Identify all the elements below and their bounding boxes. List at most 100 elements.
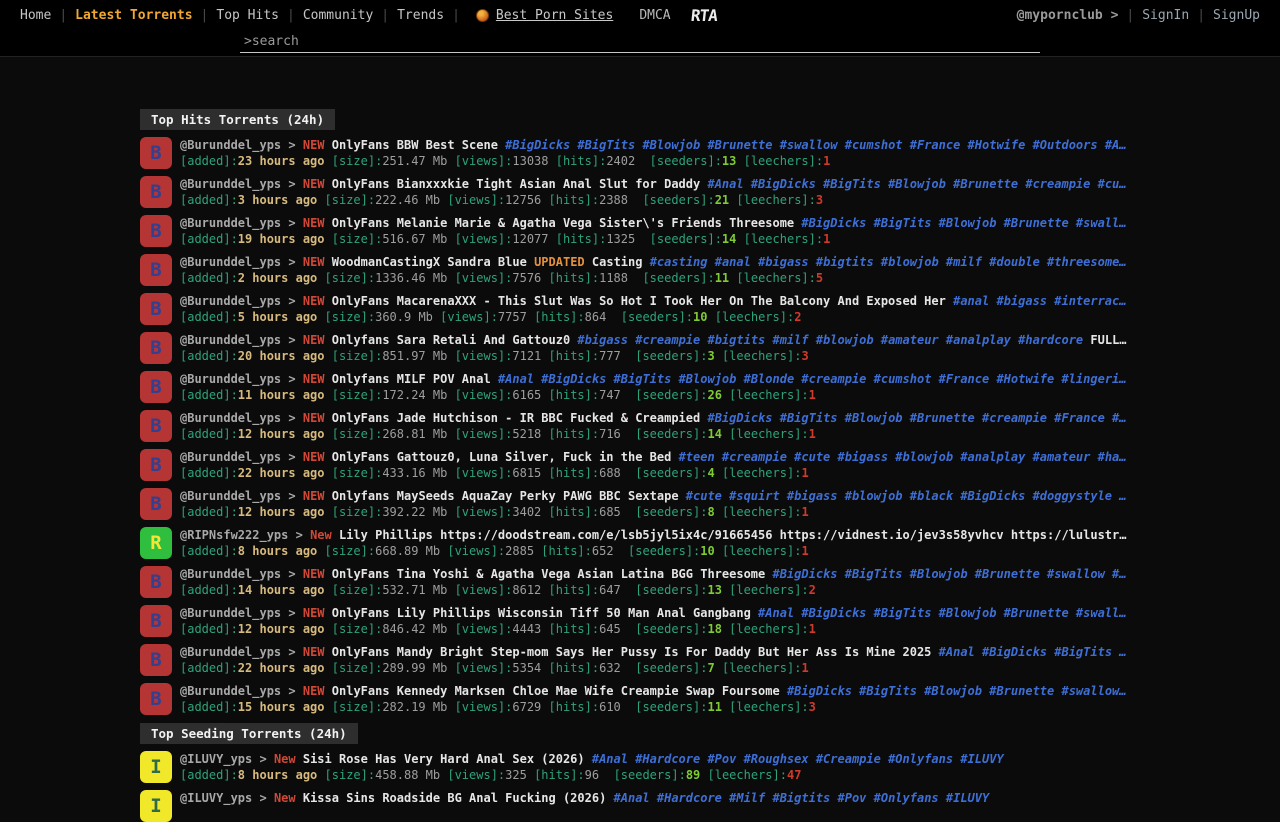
torrent-title[interactable]: OnlyFans Melanie Marie & Agatha Vega Sis… (332, 216, 794, 230)
row-username[interactable]: @Burunddel_yps (180, 411, 281, 425)
torrent-tags[interactable]: #BigDicks #BigTits #Blowjob #Brunette #s… (787, 684, 1127, 698)
nav-item-latest-torrents[interactable]: Latest Torrents (67, 8, 200, 23)
dmca-link[interactable]: DMCA (639, 8, 670, 23)
row-username[interactable]: @Burunddel_yps (180, 177, 281, 191)
torrent-tags[interactable]: #teen #creampie #cute #bigass #blowjob #… (679, 450, 1127, 464)
seeders-value: 13 (707, 583, 721, 597)
signin-link[interactable]: SignIn (1134, 8, 1197, 23)
user-avatar[interactable]: B (140, 410, 172, 442)
torrent-row: B@Burunddel_yps > NEW OnlyFans Bianxxxki… (140, 176, 1144, 208)
row-username[interactable]: @Burunddel_yps (180, 489, 281, 503)
row-username[interactable]: @Burunddel_yps (180, 606, 281, 620)
nav-item-community[interactable]: Community (295, 8, 381, 23)
hits-label: [hits]: (541, 544, 592, 558)
torrent-title[interactable]: Sisi Rose Has Very Hard Anal Sex (2026) (303, 752, 585, 766)
best-porn-sites-promo[interactable]: Best Porn Sites (476, 8, 613, 23)
size-label: [size]: (332, 466, 383, 480)
row-username[interactable]: @Burunddel_yps (180, 450, 281, 464)
torrent-tags[interactable]: #BigDicks #BigTits #Blowjob #Brunette #s… (801, 216, 1126, 230)
torrent-tags[interactable]: #BigDicks #BigTits #Blowjob #Brunette #s… (772, 567, 1126, 581)
row-username[interactable]: @Burunddel_yps (180, 216, 281, 230)
best-porn-sites-link[interactable]: Best Porn Sites (496, 8, 613, 23)
row-username[interactable]: @ILUVY_yps (180, 752, 252, 766)
torrent-title-continued[interactable]: Casting (592, 255, 643, 269)
row-username[interactable]: @Burunddel_yps (180, 138, 281, 152)
username-separator: > (281, 372, 303, 386)
torrent-meta-line: [added]:19 hours ago [size]:516.67 Mb [v… (180, 231, 1144, 247)
size-label: [size]: (325, 193, 376, 207)
user-avatar[interactable]: B (140, 449, 172, 481)
search-input[interactable] (240, 31, 1040, 53)
torrent-tags[interactable]: #Anal #BigDicks #BigTits #Blowjob #Brune… (758, 606, 1126, 620)
torrent-title[interactable]: WoodmanCastingX Sandra Blue (332, 255, 527, 269)
torrent-title[interactable]: OnlyFans Kennedy Marksen Chloe Mae Wife … (332, 684, 780, 698)
account-link[interactable]: @mypornclub > (1009, 8, 1127, 23)
row-username[interactable]: @Burunddel_yps (180, 333, 281, 347)
views-value: 7121 (512, 349, 541, 363)
torrent-tags[interactable]: #bigass #creampie #bigtits #milf #blowjo… (577, 333, 1083, 347)
torrent-title[interactable]: OnlyFans Mandy Bright Step-mom Says Her … (332, 645, 932, 659)
user-avatar[interactable]: B (140, 566, 172, 598)
nav-item-trends[interactable]: Trends (389, 8, 452, 23)
row-username[interactable]: @Burunddel_yps (180, 372, 281, 386)
row-username[interactable]: @Burunddel_yps (180, 567, 281, 581)
user-avatar[interactable]: B (140, 215, 172, 247)
torrent-text: @Burunddel_yps > NEW OnlyFans Kennedy Ma… (180, 683, 1144, 715)
size-value: 851.97 Mb (382, 349, 447, 363)
username-separator: > (281, 138, 303, 152)
torrent-title-line: @Burunddel_yps > NEW OnlyFans Melanie Ma… (180, 215, 1144, 231)
torrent-tags[interactable]: #Anal #BigDicks #BigTits #Blowjob #Brune… (707, 177, 1126, 191)
user-avatar[interactable]: B (140, 137, 172, 169)
torrent-tags[interactable]: #Anal #BigDicks #BigTits … (939, 645, 1127, 659)
torrent-tags[interactable]: #Anal #Hardcore #Pov #Roughsex #Creampie… (592, 752, 1004, 766)
user-avatar[interactable]: R (140, 527, 172, 559)
row-username[interactable]: @ILUVY_yps (180, 791, 252, 805)
row-username[interactable]: @Burunddel_yps (180, 645, 281, 659)
torrent-title[interactable]: OnlyFans MacarenaXXX - This Slut Was So … (332, 294, 946, 308)
hits-label: [hits]: (534, 768, 585, 782)
torrent-tags[interactable]: #Anal #BigDicks #BigTits #Blowjob #Blond… (498, 372, 1127, 386)
seeders-label: [seeders]: (635, 388, 707, 402)
torrent-tags[interactable]: #casting #anal #bigass #bigtits #blowjob… (650, 255, 1127, 269)
torrent-tags[interactable]: #cute #squirt #bigass #blowjob #black #B… (686, 489, 1127, 503)
row-username[interactable]: @Burunddel_yps (180, 684, 281, 698)
torrent-tags[interactable]: #BigDicks #BigTits #Blowjob #Brunette #c… (707, 411, 1126, 425)
views-value: 6729 (512, 700, 541, 714)
torrent-title[interactable]: OnlyFans Bianxxxkie Tight Asian Anal Slu… (332, 177, 700, 191)
size-label: [size]: (332, 388, 383, 402)
user-avatar[interactable]: B (140, 176, 172, 208)
user-avatar[interactable]: B (140, 644, 172, 676)
user-avatar[interactable]: B (140, 371, 172, 403)
user-avatar[interactable]: B (140, 488, 172, 520)
user-avatar[interactable]: B (140, 332, 172, 364)
torrent-title[interactable]: OnlyFans Gattouz0, Luna Silver, Fuck in … (332, 450, 672, 464)
user-avatar[interactable]: B (140, 605, 172, 637)
added-value: 12 hours ago (238, 505, 325, 519)
user-avatar[interactable]: I (140, 790, 172, 822)
torrent-tags[interactable]: #Anal #Hardcore #Milf #Bigtits #Pov #Onl… (614, 791, 990, 805)
user-avatar[interactable]: I (140, 751, 172, 783)
nav-item-home[interactable]: Home (12, 8, 59, 23)
row-username[interactable]: @Burunddel_yps (180, 294, 281, 308)
torrent-title[interactable]: Lily Phillips https://doodstream.com/e/l… (339, 528, 1126, 542)
user-avatar[interactable]: B (140, 293, 172, 325)
torrent-title[interactable]: OnlyFans Tina Yoshi & Agatha Vega Asian … (332, 567, 765, 581)
torrent-title[interactable]: Onlyfans MaySeeds AquaZay Perky PAWG BBC… (332, 489, 679, 503)
torrent-title[interactable]: Kissa Sins Roadside BG Anal Fucking (202… (303, 791, 606, 805)
added-value: 20 hours ago (238, 349, 325, 363)
signup-link[interactable]: SignUp (1205, 8, 1268, 23)
row-username[interactable]: @Burunddel_yps (180, 255, 281, 269)
row-username[interactable]: @RIPNsfw222_yps (180, 528, 288, 542)
torrent-title[interactable]: Onlyfans MILF POV Anal (332, 372, 491, 386)
hits-value: 647 (599, 583, 621, 597)
torrent-title[interactable]: OnlyFans BBW Best Scene (332, 138, 498, 152)
torrent-title[interactable]: OnlyFans Jade Hutchison - IR BBC Fucked … (332, 411, 700, 425)
torrent-title[interactable]: Onlyfans Sara Retali And Gattouz0 (332, 333, 570, 347)
user-avatar[interactable]: B (140, 683, 172, 715)
user-avatar[interactable]: B (140, 254, 172, 286)
hits-label: [hits]: (534, 310, 585, 324)
torrent-tags[interactable]: #BigDicks #BigTits #Blowjob #Brunette #s… (505, 138, 1126, 152)
torrent-title[interactable]: OnlyFans Lily Phillips Wisconsin Tiff 50… (332, 606, 751, 620)
torrent-tags[interactable]: #anal #bigass #interrac… (953, 294, 1126, 308)
nav-item-top-hits[interactable]: Top Hits (208, 8, 287, 23)
